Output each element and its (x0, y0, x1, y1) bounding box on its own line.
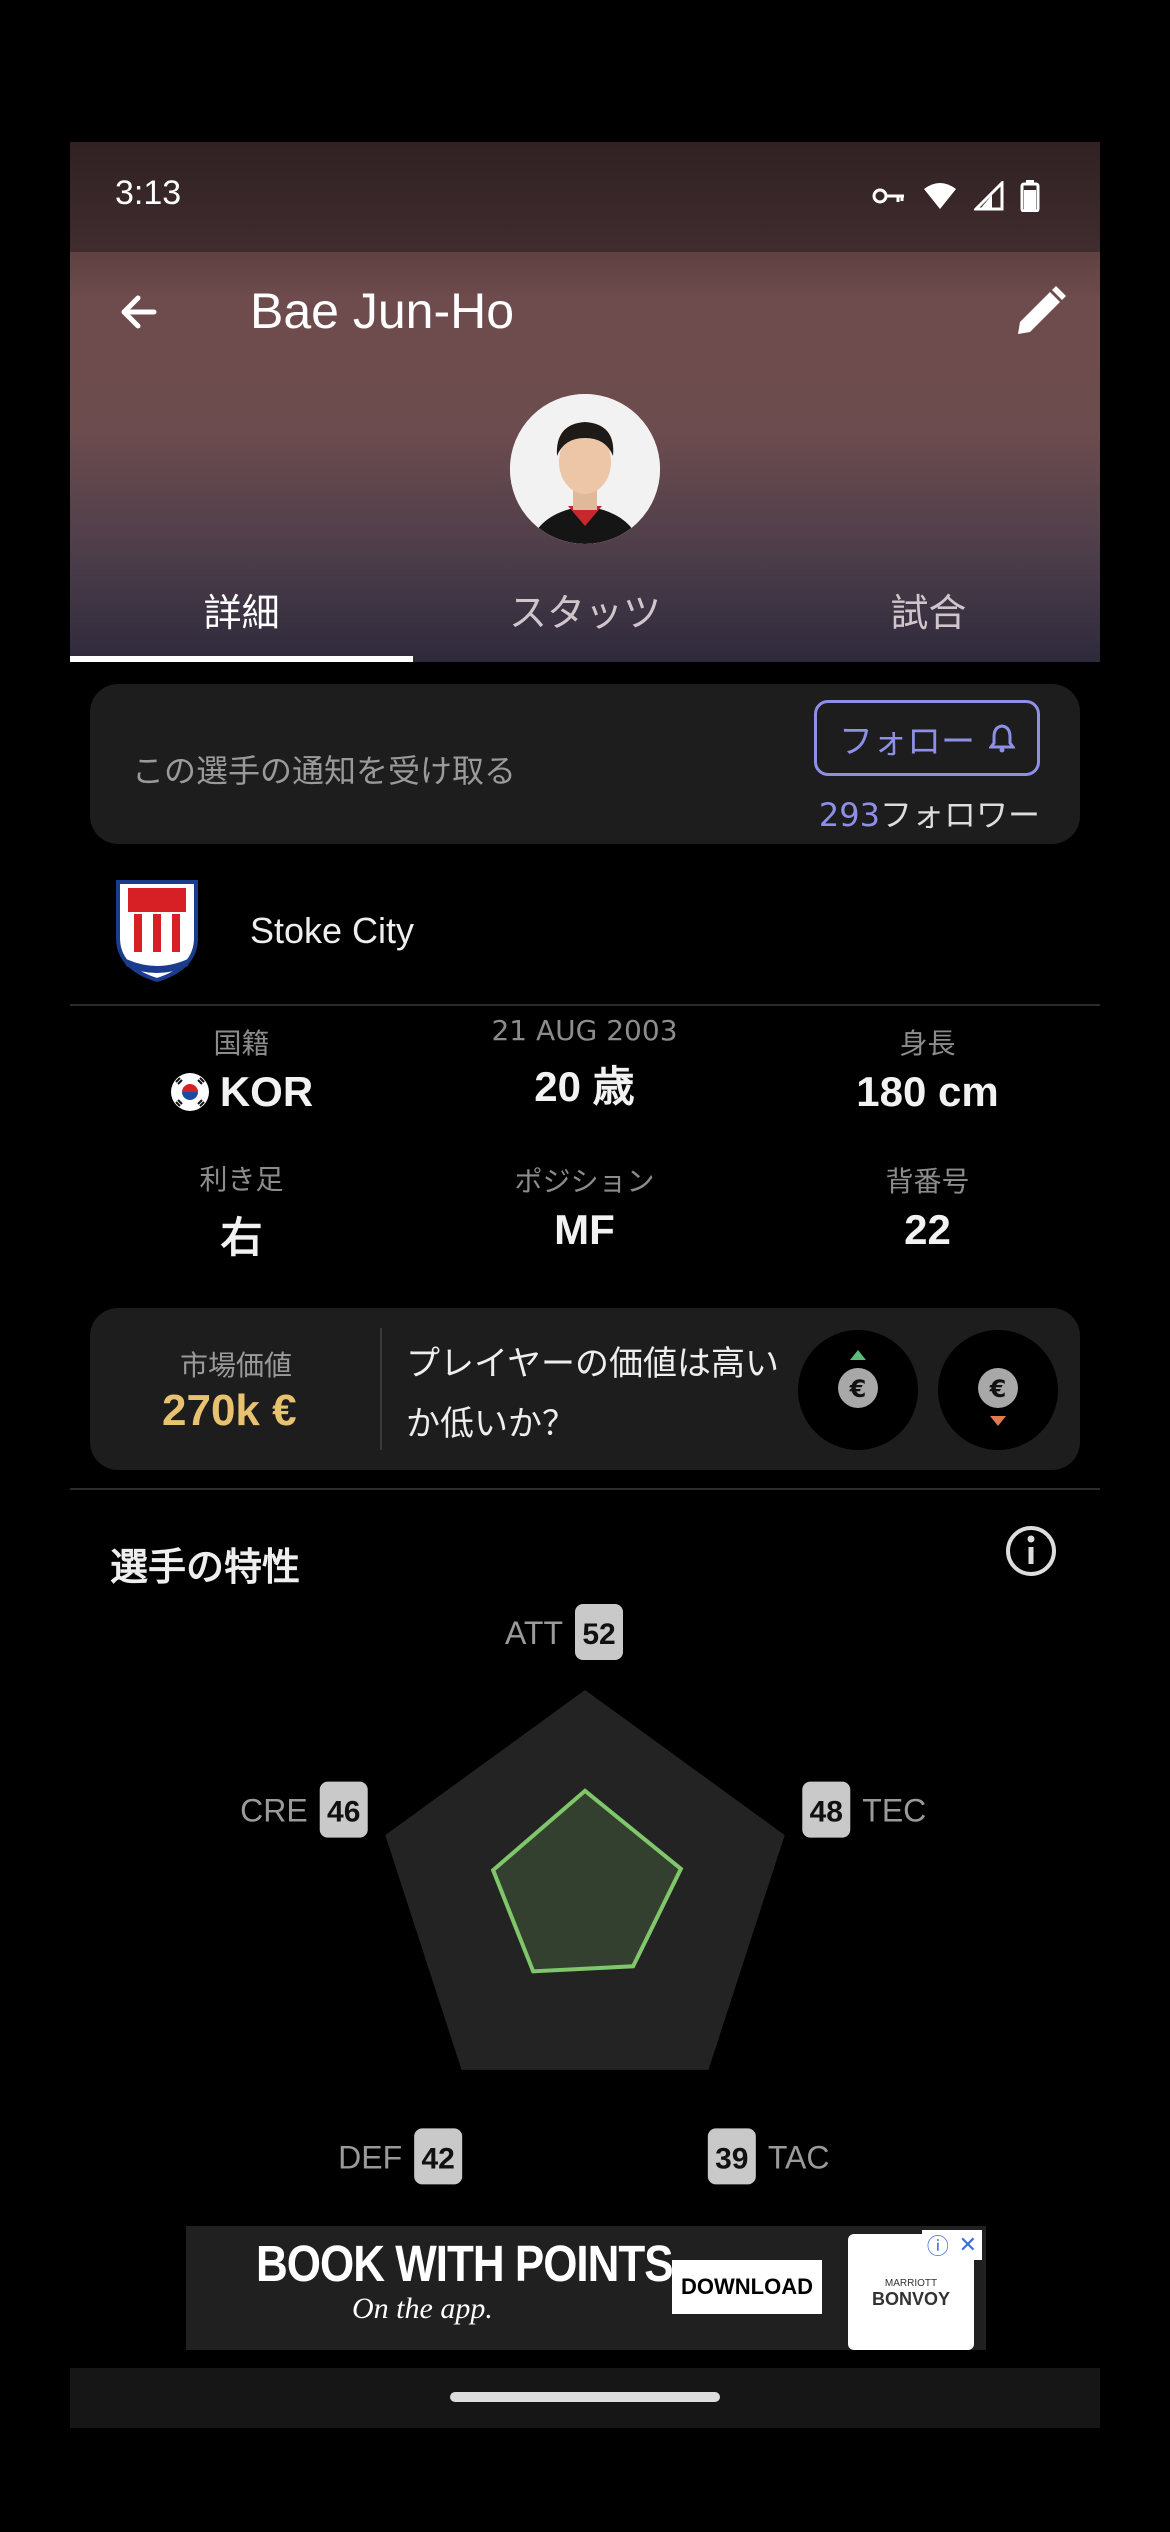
status-icons (872, 180, 1040, 212)
ad-subline: On the app. (352, 2292, 493, 2325)
ad-brand: BONVOY (871, 2289, 950, 2309)
player-header: 3:13 Bae Jun-Ho 詳細 スタッツ 試合 (70, 142, 1100, 662)
radar-key-def: DEF (338, 2139, 402, 2175)
tab-stats[interactable]: スタッツ (413, 572, 756, 662)
page-title: Bae Jun-Ho (250, 283, 515, 339)
stoke-city-crest-icon (116, 880, 198, 982)
vpn-key-icon (872, 188, 904, 204)
euro-down-icon: € (978, 1368, 1018, 1426)
euro-up-icon: € (838, 1350, 878, 1408)
foot-cell: 利き足 右 (70, 1158, 413, 1265)
status-bar: 3:13 (70, 142, 1100, 252)
height-label: 身長 (899, 1027, 956, 1060)
tab-details[interactable]: 詳細 (70, 572, 414, 662)
radar-label-att: ATT 52 (505, 1604, 623, 1660)
market-value-label: 市場価値 (180, 1349, 293, 1382)
vote-higher-button[interactable]: € (798, 1330, 918, 1450)
info-icon[interactable] (1004, 1524, 1058, 1578)
battery-icon (1020, 180, 1040, 212)
position-label: ポジション (514, 1165, 655, 1198)
club-row[interactable]: Stoke City (70, 864, 1100, 1006)
home-indicator[interactable] (450, 2392, 720, 2402)
birthdate-label: 21 AUG 2003 (491, 1014, 678, 1047)
club-name: Stoke City (250, 910, 415, 951)
follow-button[interactable]: フォロー (814, 700, 1040, 776)
follow-button-label: フォロー (839, 721, 975, 762)
tab-matches[interactable]: 試合 (757, 572, 1100, 662)
age-value: 20 歳 (534, 1063, 635, 1110)
ad-brand-top: MARRIOTT (884, 2278, 938, 2289)
nationality-cell: 国籍 KOR (70, 1022, 413, 1116)
edit-pencil-icon[interactable] (1010, 282, 1070, 342)
market-value: 270k € (162, 1386, 297, 1435)
followers-label: フォロワー (879, 796, 1040, 834)
number-value: 22 (904, 1206, 951, 1253)
nationality-value: KOR (219, 1068, 314, 1115)
bell-icon (989, 724, 1015, 753)
position-value: MF (554, 1206, 615, 1253)
ad-headline: BOOK WITH POINTS (256, 2236, 674, 2293)
radar-label-def: DEF 42 (338, 2128, 463, 2185)
market-divider (380, 1328, 382, 1450)
ad-close-icon[interactable]: ✕ (959, 2233, 977, 2258)
svg-text:€: € (989, 1375, 1007, 1403)
age-cell: 21 AUG 2003 20 歳 (413, 1014, 756, 1114)
position-cell: ポジション MF (413, 1160, 756, 1254)
radar-value-tec: 48 (810, 1796, 843, 1829)
follow-card: この選手の通知を受け取る フォロー 293フォロワー (90, 684, 1080, 844)
phone-screen: 3:13 Bae Jun-Ho 詳細 スタッツ 試合 この選手の通知を受け取る … (70, 142, 1100, 2428)
number-cell: 背番号 22 (756, 1160, 1099, 1254)
vote-lower-button[interactable]: € (938, 1330, 1058, 1450)
followers-number: 293 (818, 796, 880, 834)
foot-label: 利き足 (199, 1163, 284, 1196)
follow-prompt: この選手の通知を受け取る (132, 752, 517, 790)
player-avatar (510, 394, 660, 544)
height-cell: 身長 180 cm (756, 1022, 1099, 1116)
status-time: 3:13 (115, 174, 182, 212)
foot-value: 右 (220, 1214, 263, 1261)
radar-key-tec: TEC (862, 1793, 926, 1829)
ad-info-icon[interactable]: ⓘ (927, 2229, 949, 2261)
signal-icon (974, 181, 1004, 211)
radar-label-cre: CRE 46 (240, 1781, 368, 1838)
radar-label-tac: TAC 39 (707, 2128, 830, 2185)
nationality-label: 国籍 (213, 1027, 270, 1060)
section-divider (70, 1488, 1100, 1490)
market-question: プレイヤーの価値は高いか低いか？ (406, 1344, 779, 1444)
radar-value-tac: 39 (715, 2142, 748, 2175)
market-value-card: 市場価値 270k € プレイヤーの価値は高いか低いか？ € € (90, 1308, 1080, 1470)
height-value: 180 cm (856, 1068, 999, 1115)
number-label: 背番号 (885, 1165, 970, 1198)
radar-value-cre: 46 (327, 1796, 360, 1829)
traits-radar-chart: ATT 52 TEC 48 TAC 39 DEF 42 CRE 46 (240, 1604, 926, 2185)
radar-key-att: ATT (505, 1615, 563, 1651)
system-nav-bar (70, 2368, 1100, 2428)
ad-download-button[interactable]: DOWNLOAD (672, 2260, 822, 2314)
ad-controls: ⓘ ✕ (922, 2230, 982, 2260)
followers-count: 293フォロワー (819, 790, 1040, 836)
radar-value-att: 52 (582, 1618, 615, 1651)
tab-bar: 詳細 スタッツ 試合 (70, 572, 1100, 662)
korea-flag-icon (170, 1073, 209, 1111)
radar-label-tec: TEC 48 (802, 1781, 926, 1838)
nationality-value-row: KOR (70, 1068, 413, 1116)
wifi-icon (924, 183, 956, 209)
radar-value-def: 42 (421, 2142, 454, 2175)
radar-key-tac: TAC (768, 2139, 830, 2175)
back-arrow-icon[interactable] (110, 282, 170, 342)
ad-banner[interactable]: BOOK WITH POINTS On the app. DOWNLOAD MA… (186, 2226, 986, 2350)
radar-key-cre: CRE (240, 1793, 308, 1829)
svg-text:€: € (849, 1375, 867, 1403)
